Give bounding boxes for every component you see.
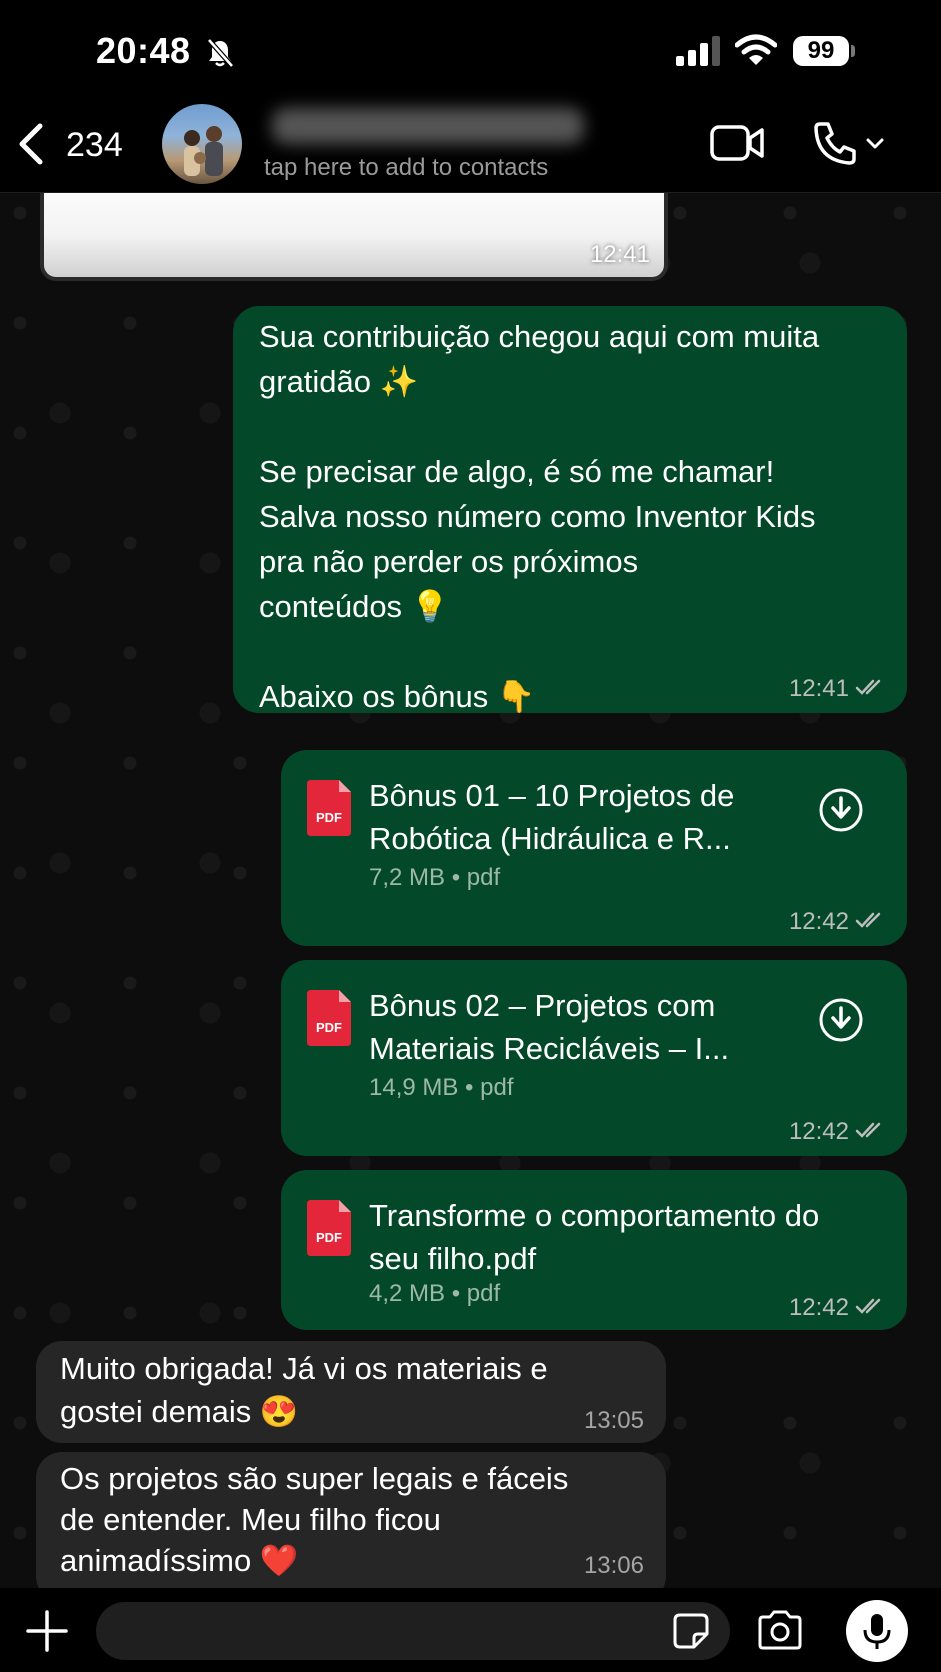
message-text: Muito obrigada! Já vi os materiais e gos… (60, 1351, 548, 1429)
message-meta: 12:41 (789, 675, 885, 703)
message-time: 13:06 (583, 1552, 644, 1579)
svg-text:PDF: PDF (316, 1020, 342, 1035)
document-name: Bônus 02 – Projetos com Materiais Recicl… (369, 988, 730, 1066)
document-message[interactable]: PDF Bônus 02 – Projetos com Materiais Re… (281, 960, 907, 1156)
status-time: 20:48 (96, 30, 191, 71)
back-unread-count[interactable]: 234 (66, 126, 123, 165)
double-check-icon (855, 908, 885, 936)
chat-area[interactable]: 12:41 Sua contribuição chegou aqui com m… (0, 193, 941, 1588)
incoming-message[interactable]: Muito obrigada! Já vi os materiais e gos… (36, 1341, 666, 1443)
contact-name-blurred[interactable] (272, 108, 584, 144)
message-time: 12:42 (788, 1118, 849, 1145)
status-bar: 20:48 99 (0, 0, 941, 100)
document-size: 7,2 MB • pdf (369, 864, 501, 891)
wifi-icon (734, 34, 778, 71)
pdf-file-icon: PDF (307, 1200, 351, 1256)
battery-icon: 99 (793, 36, 849, 66)
phone-icon[interactable] (812, 120, 888, 171)
document-message[interactable]: PDF Bônus 01 – 10 Projetos de Robótica (… (281, 750, 907, 946)
sticker-icon[interactable] (672, 1612, 710, 1655)
message-text: Sua contribuição chegou aqui com muita g… (259, 319, 820, 714)
avatar[interactable] (162, 104, 242, 184)
message-input[interactable] (96, 1602, 730, 1660)
chevron-left-icon[interactable] (14, 120, 48, 173)
camera-icon[interactable] (756, 1610, 804, 1655)
contact-subtitle[interactable]: tap here to add to contacts (264, 154, 548, 182)
input-bar (0, 1588, 941, 1672)
message-time: 12:42 (788, 1294, 849, 1321)
message-meta: 12:42 (789, 1118, 885, 1146)
chevron-down-icon (866, 138, 884, 149)
plus-icon[interactable] (26, 1610, 68, 1657)
download-icon[interactable] (819, 998, 863, 1042)
double-check-icon (855, 1294, 885, 1322)
document-name: Transforme o comportamento do seu filho.… (369, 1198, 820, 1276)
bell-slash-icon (206, 38, 234, 73)
incoming-message[interactable]: Os projetos são super legais e fáceis de… (36, 1452, 666, 1588)
chat-header: 234 tap here to add to contacts (0, 100, 941, 193)
pdf-file-icon: PDF (307, 780, 351, 836)
document-name: Bônus 01 – 10 Projetos de Robótica (Hidr… (369, 778, 735, 856)
double-check-icon (855, 1118, 885, 1146)
double-check-icon (855, 675, 885, 703)
svg-text:PDF: PDF (316, 1230, 342, 1245)
document-size: 14,9 MB • pdf (369, 1074, 514, 1101)
message-meta: 12:42 (789, 1294, 885, 1322)
outgoing-message[interactable]: Sua contribuição chegou aqui com muita g… (233, 306, 907, 714)
microphone-icon[interactable] (846, 1600, 908, 1662)
pdf-file-icon: PDF (307, 990, 351, 1046)
message-meta: 13:05 (584, 1407, 644, 1435)
video-icon[interactable] (710, 124, 764, 167)
message-time: 12:41 (788, 675, 849, 702)
download-icon[interactable] (819, 788, 863, 832)
svg-text:PDF: PDF (316, 810, 342, 825)
image-message[interactable]: 12:41 (40, 193, 668, 281)
message-meta: 12:42 (789, 908, 885, 936)
signal-icon (676, 36, 722, 71)
document-message[interactable]: PDF Transforme o comportamento do seu fi… (281, 1170, 907, 1330)
message-text: Os projetos são super legais e fáceis de… (60, 1461, 569, 1578)
message-time: 12:42 (788, 908, 849, 935)
message-meta: 13:06 (584, 1552, 644, 1580)
message-time: 13:05 (583, 1407, 644, 1434)
document-size: 4,2 MB • pdf (369, 1280, 501, 1307)
battery-tip (851, 45, 855, 57)
message-time: 12:41 (589, 241, 650, 268)
